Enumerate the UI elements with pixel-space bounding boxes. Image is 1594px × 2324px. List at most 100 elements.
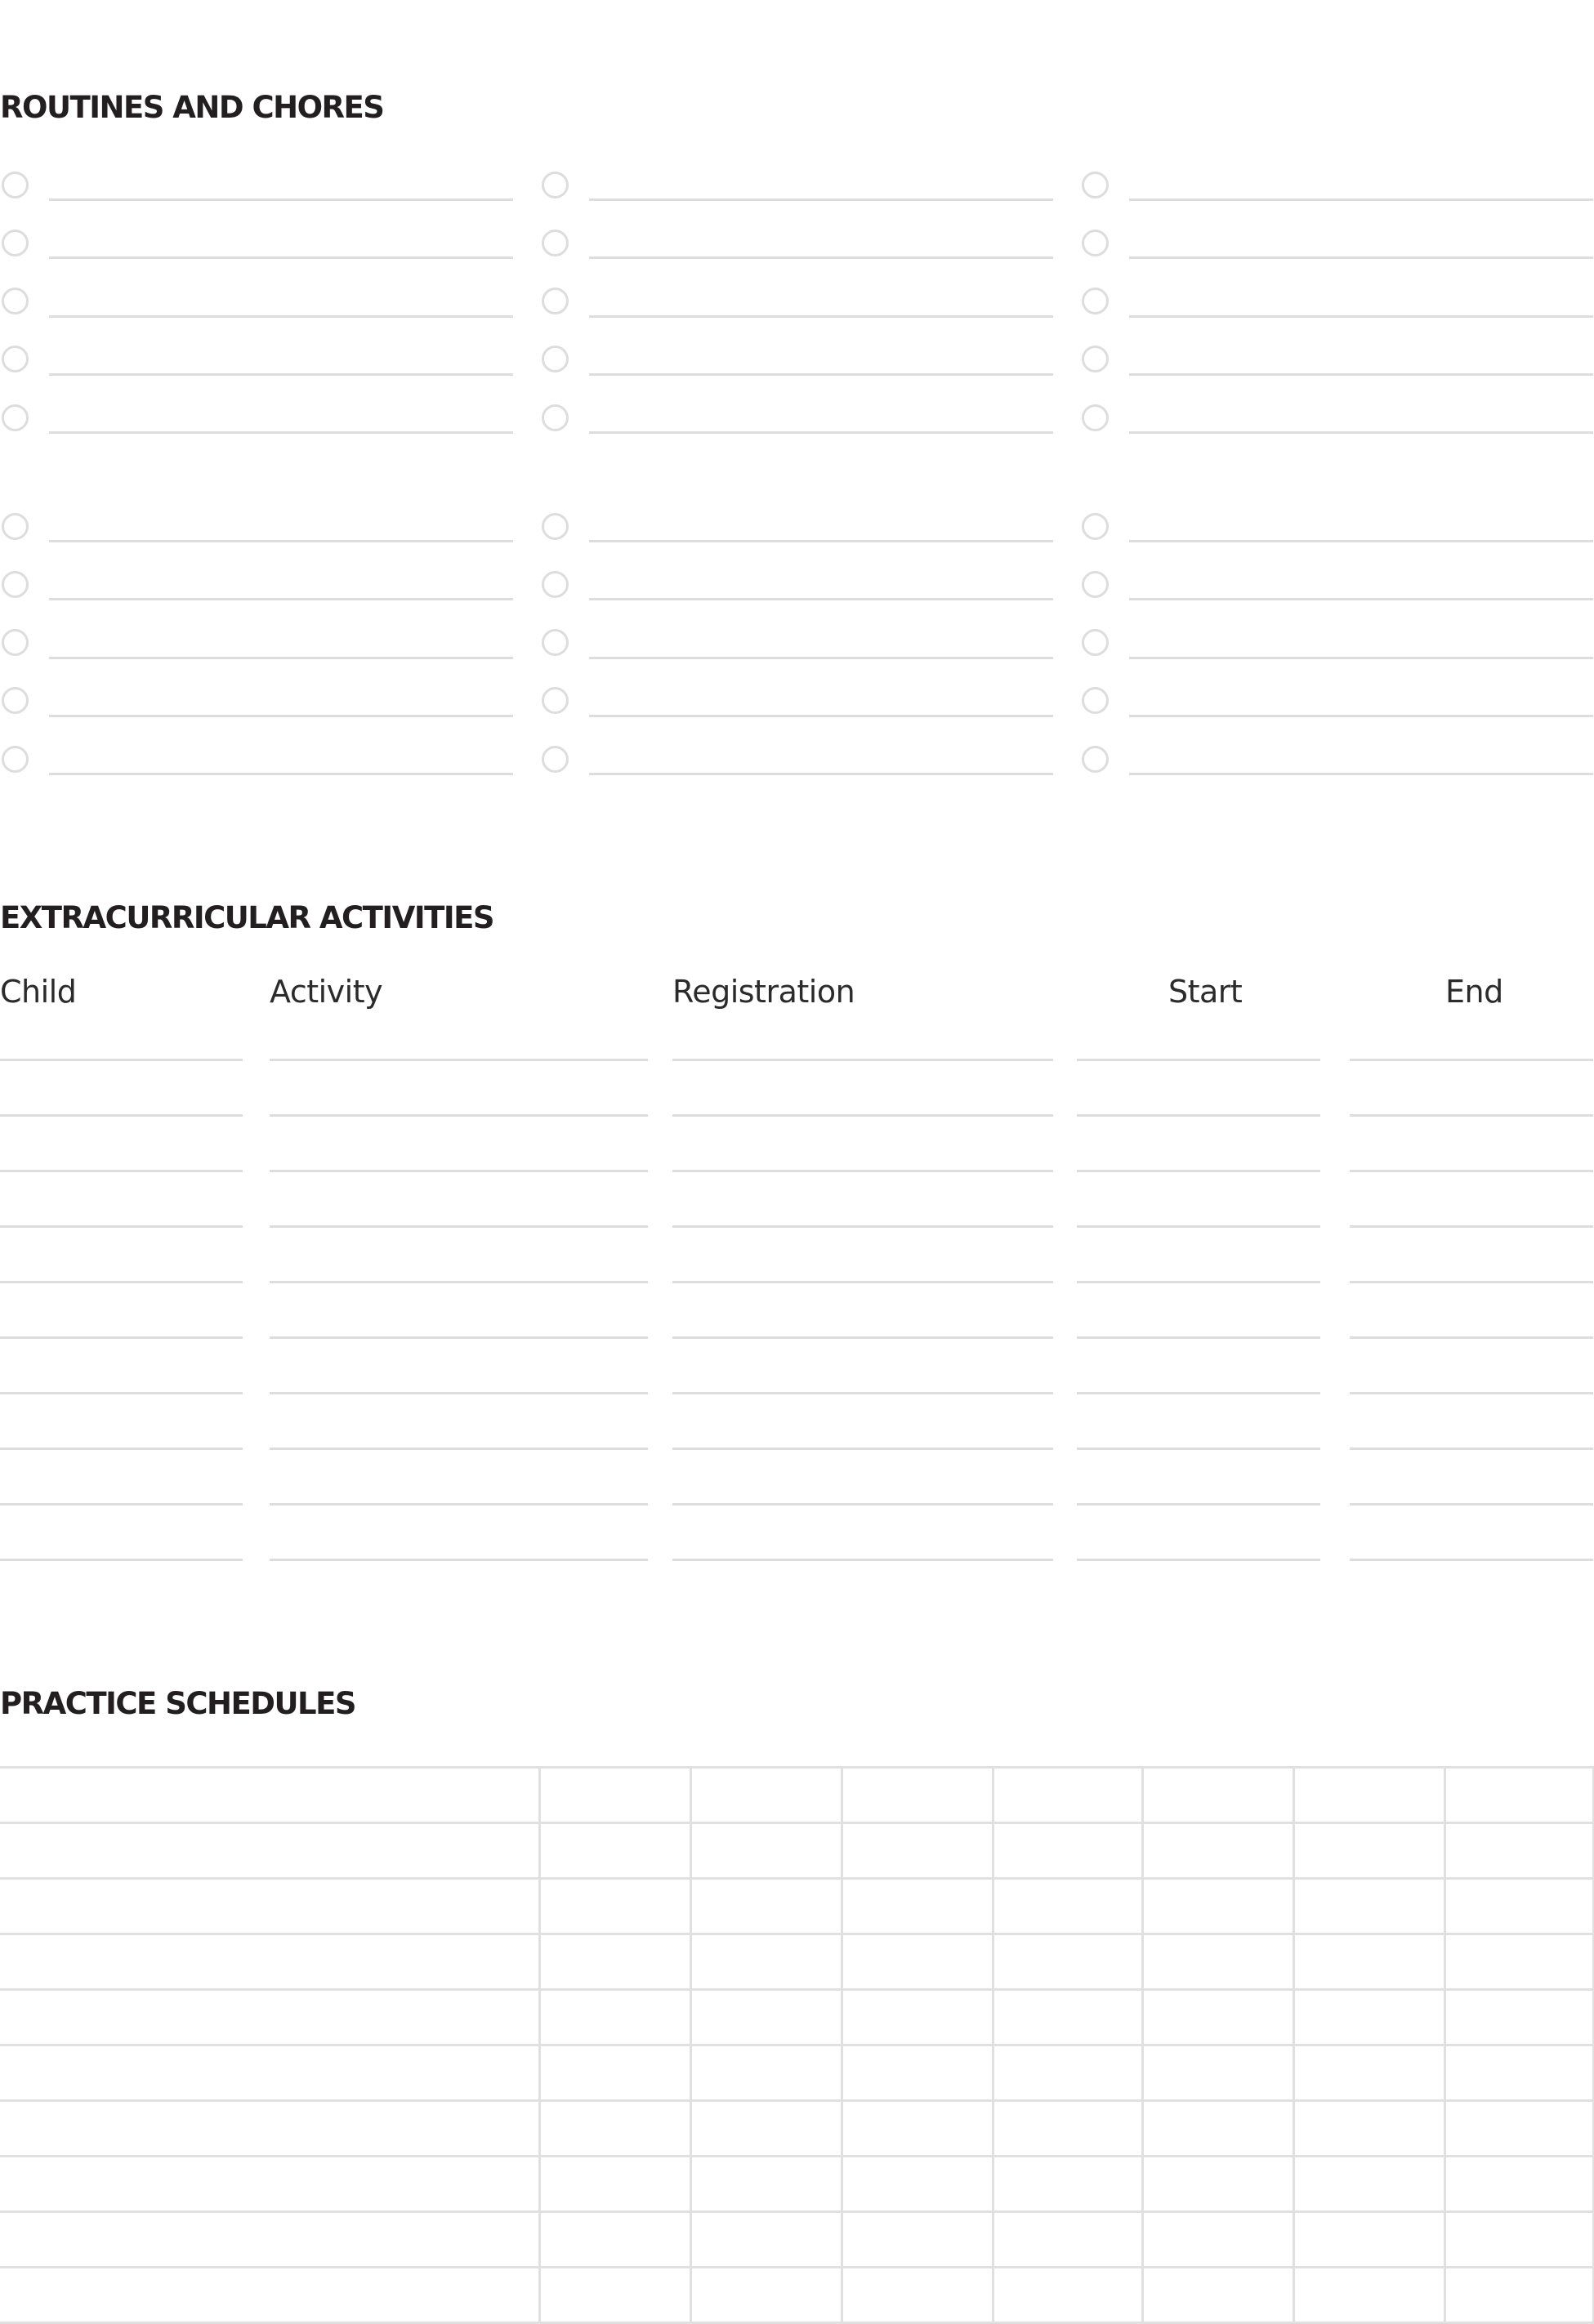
activity-field-line[interactable] xyxy=(270,1559,648,1561)
chore-line[interactable] xyxy=(1129,714,1593,717)
schedule-cell[interactable] xyxy=(1443,1933,1594,1991)
chore-line[interactable] xyxy=(49,372,513,376)
schedule-cell[interactable] xyxy=(840,1822,994,1880)
activity-field-line[interactable] xyxy=(672,1059,1053,1061)
chore-checkbox[interactable] xyxy=(542,570,569,598)
schedule-name-cell[interactable] xyxy=(0,1933,541,1991)
activity-field-line[interactable] xyxy=(672,1170,1053,1172)
schedule-cell[interactable] xyxy=(1292,1822,1446,1880)
schedule-cell[interactable] xyxy=(840,1766,994,1824)
activity-field-line[interactable] xyxy=(270,1447,648,1450)
schedule-cell[interactable] xyxy=(991,2155,1144,2213)
activity-field-line[interactable] xyxy=(1077,1447,1320,1450)
activity-field-line[interactable] xyxy=(1350,1170,1593,1172)
activity-field-line[interactable] xyxy=(1350,1225,1593,1228)
schedule-cell[interactable] xyxy=(1141,1877,1295,1935)
activity-field-line[interactable] xyxy=(0,1114,243,1117)
schedule-cell[interactable] xyxy=(1141,1766,1295,1824)
chore-line[interactable] xyxy=(589,198,1053,201)
schedule-name-cell[interactable] xyxy=(0,2266,541,2324)
activity-field-line[interactable] xyxy=(672,1503,1053,1505)
chore-line[interactable] xyxy=(49,256,513,260)
chore-checkbox[interactable] xyxy=(2,629,29,657)
chore-line[interactable] xyxy=(589,714,1053,717)
schedule-cell[interactable] xyxy=(689,2155,843,2213)
activity-field-line[interactable] xyxy=(1350,1447,1593,1450)
activity-field-line[interactable] xyxy=(1350,1281,1593,1283)
chore-checkbox[interactable] xyxy=(1082,288,1109,315)
schedule-cell[interactable] xyxy=(991,2099,1144,2157)
activity-field-line[interactable] xyxy=(1077,1503,1320,1505)
chore-checkbox[interactable] xyxy=(1082,687,1109,715)
activity-field-line[interactable] xyxy=(672,1225,1053,1228)
activity-field-line[interactable] xyxy=(1350,1114,1593,1117)
chore-line[interactable] xyxy=(49,314,513,318)
chore-checkbox[interactable] xyxy=(542,745,569,773)
chore-line[interactable] xyxy=(589,598,1053,601)
chore-line[interactable] xyxy=(1129,256,1593,260)
activity-field-line[interactable] xyxy=(672,1114,1053,1117)
schedule-name-cell[interactable] xyxy=(0,1877,541,1935)
schedule-cell[interactable] xyxy=(689,1988,843,2046)
activity-field-line[interactable] xyxy=(1077,1336,1320,1339)
chore-line[interactable] xyxy=(589,540,1053,542)
activity-field-line[interactable] xyxy=(1350,1559,1593,1561)
chore-checkbox[interactable] xyxy=(542,404,569,431)
schedule-cell[interactable] xyxy=(840,1877,994,1935)
activity-field-line[interactable] xyxy=(270,1336,648,1339)
schedule-cell[interactable] xyxy=(689,1877,843,1935)
chore-checkbox[interactable] xyxy=(1082,229,1109,256)
schedule-cell[interactable] xyxy=(1292,1988,1446,2046)
schedule-cell[interactable] xyxy=(1443,2210,1594,2268)
schedule-cell[interactable] xyxy=(840,2266,994,2324)
schedule-cell[interactable] xyxy=(1141,2044,1295,2102)
schedule-cell[interactable] xyxy=(991,2266,1144,2324)
schedule-cell[interactable] xyxy=(991,2044,1144,2102)
chore-line[interactable] xyxy=(1129,656,1593,659)
activity-field-line[interactable] xyxy=(270,1114,648,1117)
schedule-cell[interactable] xyxy=(1141,2266,1295,2324)
schedule-cell[interactable] xyxy=(1292,2155,1446,2213)
chore-line[interactable] xyxy=(589,431,1053,435)
chore-line[interactable] xyxy=(49,198,513,201)
schedule-cell[interactable] xyxy=(840,2099,994,2157)
schedule-cell[interactable] xyxy=(1141,2210,1295,2268)
activity-field-line[interactable] xyxy=(0,1059,243,1061)
activity-field-line[interactable] xyxy=(1077,1225,1320,1228)
chore-checkbox[interactable] xyxy=(1082,629,1109,657)
schedule-name-cell[interactable] xyxy=(0,2210,541,2268)
activity-field-line[interactable] xyxy=(1077,1392,1320,1394)
schedule-cell[interactable] xyxy=(1292,1877,1446,1935)
schedule-cell[interactable] xyxy=(538,2210,692,2268)
schedule-name-cell[interactable] xyxy=(0,2155,541,2213)
schedule-cell[interactable] xyxy=(1443,1988,1594,2046)
schedule-cell[interactable] xyxy=(840,2210,994,2268)
schedule-cell[interactable] xyxy=(1292,2210,1446,2268)
activity-field-line[interactable] xyxy=(1077,1559,1320,1561)
chore-line[interactable] xyxy=(589,256,1053,260)
schedule-name-cell[interactable] xyxy=(0,2044,541,2102)
schedule-cell[interactable] xyxy=(991,1933,1144,1991)
activity-field-line[interactable] xyxy=(270,1170,648,1172)
schedule-cell[interactable] xyxy=(1443,1822,1594,1880)
schedule-cell[interactable] xyxy=(991,1822,1144,1880)
schedule-cell[interactable] xyxy=(1141,2099,1295,2157)
chore-line[interactable] xyxy=(49,598,513,601)
schedule-cell[interactable] xyxy=(840,1988,994,2046)
chore-line[interactable] xyxy=(589,314,1053,318)
activity-field-line[interactable] xyxy=(1077,1170,1320,1172)
chore-line[interactable] xyxy=(1129,314,1593,318)
schedule-cell[interactable] xyxy=(689,1933,843,1991)
schedule-cell[interactable] xyxy=(538,1988,692,2046)
schedule-cell[interactable] xyxy=(1443,2266,1594,2324)
schedule-cell[interactable] xyxy=(991,1766,1144,1824)
schedule-cell[interactable] xyxy=(991,1988,1144,2046)
schedule-cell[interactable] xyxy=(689,1822,843,1880)
activity-field-line[interactable] xyxy=(672,1281,1053,1283)
schedule-cell[interactable] xyxy=(1443,2155,1594,2213)
chore-checkbox[interactable] xyxy=(1082,745,1109,773)
chore-checkbox[interactable] xyxy=(542,512,569,540)
chore-line[interactable] xyxy=(1129,198,1593,201)
chore-line[interactable] xyxy=(49,540,513,542)
activity-field-line[interactable] xyxy=(1077,1281,1320,1283)
